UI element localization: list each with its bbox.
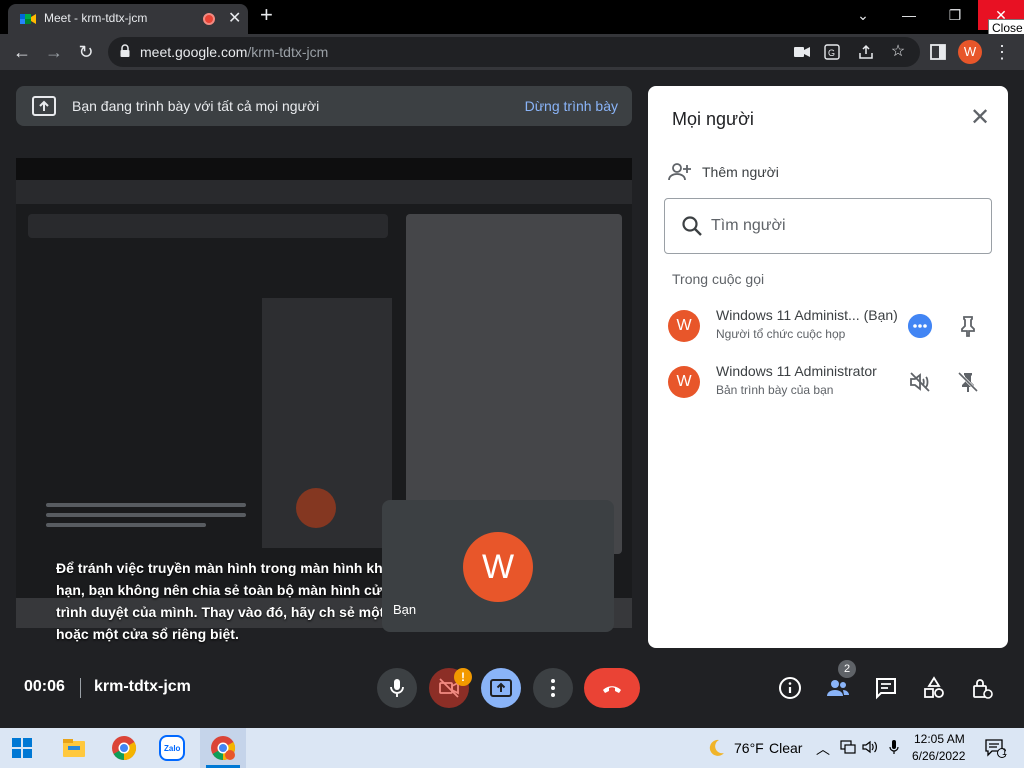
- mirror-banner: [28, 214, 388, 238]
- restore-button[interactable]: ❐: [932, 0, 978, 30]
- chat-icon[interactable]: [874, 676, 898, 700]
- lock-icon: [120, 44, 130, 57]
- participant-role: Bản trình bày của bạn: [716, 383, 834, 397]
- pin-disabled-icon[interactable]: [956, 370, 980, 394]
- mic-tray-icon[interactable]: [886, 739, 902, 755]
- participant-name: Windows 11 Administrator: [716, 363, 877, 379]
- profile-avatar[interactable]: W: [958, 40, 982, 64]
- mirror-avatar: [296, 488, 336, 528]
- self-avatar: W: [463, 532, 533, 602]
- windows-start-icon[interactable]: [12, 738, 32, 758]
- chrome-profile-icon[interactable]: [209, 734, 237, 762]
- presenting-banner: Bạn đang trình bày với tất cả mọi người …: [16, 86, 632, 126]
- weather-condition[interactable]: Clear: [769, 740, 802, 756]
- file-explorer-icon[interactable]: [60, 734, 88, 762]
- clock-time[interactable]: 12:05 AM: [914, 732, 965, 746]
- svg-text:G: G: [828, 48, 835, 58]
- host-controls-icon[interactable]: [970, 676, 994, 700]
- activities-icon[interactable]: [922, 676, 946, 700]
- new-tab-button[interactable]: +: [260, 2, 273, 28]
- participant-avatar: W: [668, 310, 700, 342]
- add-people-label: Thêm người: [702, 164, 779, 180]
- browser-titlebar: Meet - krm-tdtx-jcm ✕ + ⌄ — ❐ ✕ Close: [0, 0, 1024, 37]
- more-options-icon[interactable]: [908, 314, 932, 338]
- add-person-icon: [668, 163, 691, 181]
- moon-weather-icon[interactable]: [706, 738, 726, 758]
- meet-favicon-icon: [20, 14, 36, 24]
- back-icon[interactable]: ←: [10, 40, 34, 64]
- controls-divider: [80, 678, 81, 698]
- in-call-section-label: Trong cuộc gọi: [672, 271, 765, 287]
- chevron-up-icon[interactable]: ︿: [816, 739, 832, 757]
- self-name-label: Bạn: [393, 602, 417, 617]
- participant-name: Windows 11 Administ... (Bạn): [716, 307, 898, 323]
- tab-close-icon[interactable]: ✕: [228, 8, 241, 28]
- people-search-input[interactable]: [711, 213, 971, 239]
- mirror-toolbar: [16, 180, 632, 204]
- pin-icon[interactable]: [956, 314, 980, 338]
- mirror-tabbar: [16, 158, 632, 180]
- browser-toolbar: ← → ↻ meet.google.com/krm-tdtx-jcm G ☆ W…: [0, 34, 1024, 70]
- microphone-button[interactable]: [377, 668, 417, 708]
- hang-up-icon: [603, 686, 621, 693]
- camera-permission-icon[interactable]: [794, 45, 810, 59]
- url-text: meet.google.com/krm-tdtx-jcm: [140, 44, 328, 60]
- people-search-box[interactable]: [664, 198, 992, 254]
- bookmark-star-icon[interactable]: ☆: [886, 40, 910, 64]
- share-icon[interactable]: [858, 44, 874, 60]
- present-now-button[interactable]: [481, 668, 521, 708]
- side-panel-icon[interactable]: [930, 44, 946, 60]
- close-panel-icon[interactable]: ✕: [968, 106, 992, 130]
- call-timer: 00:06: [24, 678, 65, 695]
- url-host: meet.google.com: [140, 44, 248, 60]
- search-icon: [682, 216, 702, 236]
- microphone-icon: [390, 679, 404, 697]
- volume-icon[interactable]: [862, 739, 878, 755]
- more-vert-icon: [551, 679, 555, 697]
- browser-tab[interactable]: Meet - krm-tdtx-jcm ✕: [8, 4, 248, 34]
- meeting-details-icon[interactable]: [778, 676, 802, 700]
- tab-title: Meet - krm-tdtx-jcm: [44, 11, 148, 25]
- participant-row[interactable]: W Windows 11 Administ... (Bạn) Người tổ …: [668, 307, 988, 347]
- present-screen-icon: [32, 96, 56, 116]
- presenting-text: Bạn đang trình bày với tất cả mọi người: [72, 98, 320, 114]
- leave-call-button[interactable]: [584, 668, 640, 708]
- zalo-icon[interactable]: Zalo: [158, 734, 186, 762]
- mirror-caption: [46, 503, 246, 543]
- present-icon: [490, 679, 512, 697]
- meeting-code: krm-tdtx-jcm: [94, 678, 191, 695]
- people-panel-title: Mọi người: [672, 109, 754, 129]
- minimize-button[interactable]: —: [886, 0, 932, 30]
- more-options-button[interactable]: [533, 668, 573, 708]
- screen-share-caption: Để tránh việc truyền màn hình trong màn …: [56, 560, 413, 642]
- people-panel: Mọi người ✕ Thêm người Trong cuộc gọi W …: [648, 86, 1008, 648]
- reload-icon[interactable]: ↻: [74, 40, 98, 64]
- notification-count: 1: [1002, 747, 1008, 757]
- recording-indicator-icon: [203, 13, 215, 25]
- chrome-icon[interactable]: [110, 734, 138, 762]
- forward-icon[interactable]: →: [42, 40, 66, 64]
- people-icon[interactable]: [826, 676, 850, 700]
- camera-warning-badge: !: [454, 668, 472, 686]
- windows-taskbar: Zalo 76°F Clear ︿ 12:05 AM 6/26/2022 1: [0, 728, 1024, 768]
- participant-avatar: W: [668, 366, 700, 398]
- weather-temperature[interactable]: 76°F: [734, 740, 764, 756]
- tab-search-icon[interactable]: ⌄: [840, 0, 886, 30]
- participant-row[interactable]: W Windows 11 Administrator Bản trình bày…: [668, 363, 988, 403]
- svg-text:Zalo: Zalo: [164, 744, 181, 753]
- network-icon[interactable]: [840, 739, 856, 755]
- browser-menu-icon[interactable]: ⋮: [990, 40, 1014, 64]
- muted-audio-icon[interactable]: [908, 370, 932, 394]
- clock-date[interactable]: 6/26/2022: [912, 749, 965, 763]
- stop-presenting-button[interactable]: Dừng trình bày: [525, 98, 618, 114]
- translate-icon[interactable]: G: [824, 44, 840, 60]
- people-count-badge: 2: [838, 660, 856, 678]
- participant-role: Người tổ chức cuộc họp: [716, 327, 846, 341]
- self-video-tile[interactable]: W Bạn: [382, 500, 614, 632]
- url-path: /krm-tdtx-jcm: [247, 44, 329, 60]
